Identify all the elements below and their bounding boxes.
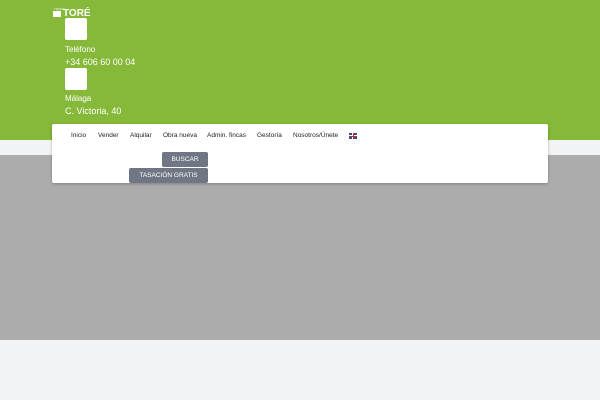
location-icon: [65, 68, 87, 90]
search-button[interactable]: BUSCAR: [162, 152, 208, 167]
uk-flag-icon[interactable]: [349, 133, 357, 139]
city-label: Málaga: [65, 94, 92, 103]
nav-card: Inicio Vender Alquilar Obra nueva Admin.…: [52, 124, 548, 183]
address-text: C. Victoria, 40: [65, 106, 122, 116]
nav-item-gestoria[interactable]: Gestoría: [257, 132, 282, 139]
nav-item-inicio[interactable]: Inicio: [71, 132, 86, 139]
phone-number[interactable]: +34 606 60 00 04: [65, 57, 135, 67]
nav-item-obra-nueva[interactable]: Obra nueva: [163, 132, 197, 139]
house-mark-icon: [53, 11, 61, 17]
phone-label: Teléfono: [65, 45, 96, 54]
header-band: [0, 0, 600, 140]
free-valuation-button[interactable]: TASACIÓN GRATIS: [129, 168, 208, 183]
nav-item-nosotros[interactable]: Nosotros/Únete: [293, 132, 338, 139]
nav-item-alquilar[interactable]: Alquilar: [130, 132, 152, 139]
phone-icon: [65, 18, 87, 40]
nav-item-admin-fincas[interactable]: Admin. fincas: [207, 132, 246, 139]
nav-item-vender[interactable]: Vender: [98, 132, 119, 139]
